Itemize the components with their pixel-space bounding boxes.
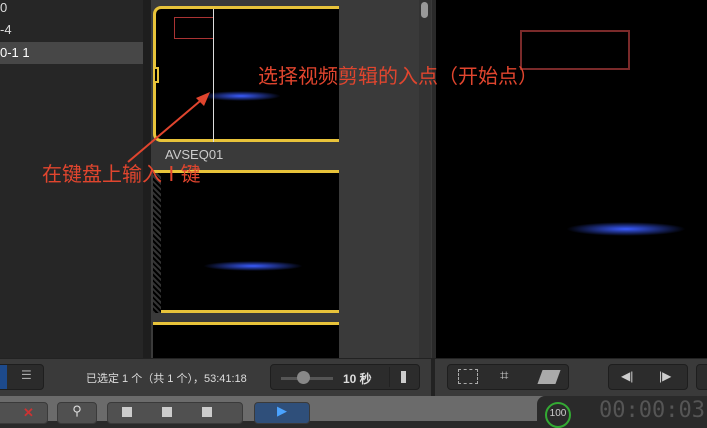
clip-height-icon (401, 371, 406, 383)
selection-status: 已选定 1 个（共 1 个），53:41:18 (86, 373, 247, 385)
filmstrip-view-icon (0, 365, 7, 389)
append-icon[interactable] (202, 407, 212, 417)
distort-icon[interactable] (537, 370, 561, 384)
connect-icon[interactable] (122, 407, 132, 417)
clip-height-button[interactable] (389, 367, 417, 387)
browser-footer: ☰ 已选定 1 个（共 1 个），53:41:18 10 秒 ⌗ ◀| |▶ (0, 358, 707, 397)
zoom-label: 10 秒 (343, 372, 372, 386)
reject-icon: ✕ (23, 405, 34, 420)
list-icon: ☰ (21, 368, 32, 382)
previous-frame-icon[interactable]: ◀| (621, 369, 633, 383)
insert-icon[interactable] (162, 407, 172, 417)
next-frame-icon[interactable]: |▶ (659, 369, 671, 383)
crop-icon[interactable]: ⌗ (500, 367, 508, 384)
playback-controls: ◀| |▶ (608, 364, 688, 390)
play-button[interactable] (696, 364, 707, 390)
timecode-value: 00:00:03:0 (599, 398, 707, 423)
key-icon: ⚲ (72, 403, 82, 418)
list-view-button[interactable]: ☰ (0, 364, 44, 390)
zoom-control: 10 秒 (270, 364, 420, 390)
viewer-tools: ⌗ (447, 364, 569, 390)
zoom-slider-thumb[interactable] (297, 371, 310, 384)
divider (431, 359, 435, 397)
transform-icon[interactable] (458, 369, 478, 384)
main-toolbar: ✕ ⚲ ▶ 100 00:00:03:0 (0, 396, 707, 428)
arrow-icon: ▶ (277, 403, 287, 418)
timecode-display: 100 00:00:03:0 (537, 396, 707, 428)
audio-meter-percent: 100 (545, 402, 571, 428)
